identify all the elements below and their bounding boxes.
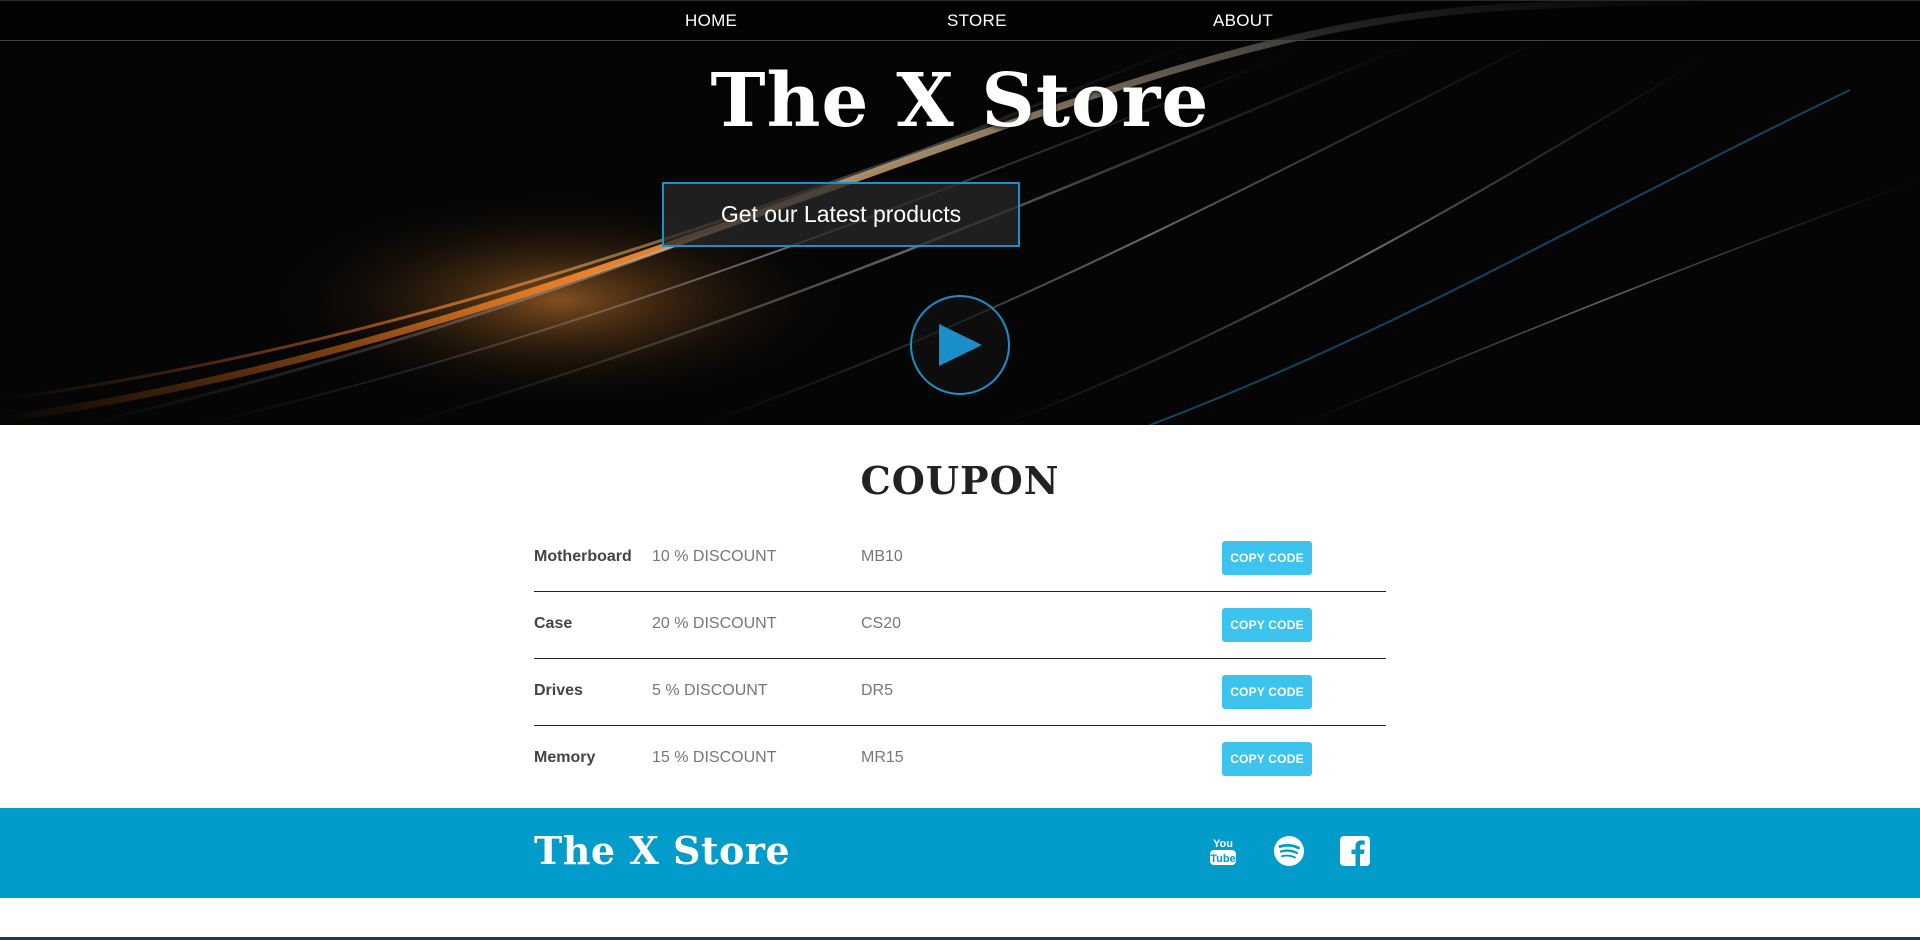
nav-home-link[interactable]: HOME xyxy=(685,11,737,31)
play-video-button[interactable] xyxy=(910,295,1010,395)
coupon-discount: 10 % DISCOUNT xyxy=(652,548,777,565)
coupon-discount: 15 % DISCOUNT xyxy=(652,749,777,766)
copy-code-button[interactable]: COPY CODE xyxy=(1222,675,1312,709)
coupon-discount: 20 % DISCOUNT xyxy=(652,615,777,632)
footer: The X Store You Tube xyxy=(0,808,1920,898)
svg-text:You: You xyxy=(1213,838,1233,850)
coupon-product: Motherboard xyxy=(534,548,632,565)
coupon-code: MR15 xyxy=(861,749,904,766)
coupon-heading: COUPON xyxy=(860,458,1060,503)
top-navigation: HOME STORE ABOUT xyxy=(0,0,1920,41)
youtube-icon[interactable]: You Tube xyxy=(1207,835,1239,867)
footer-logo[interactable]: The X Store xyxy=(534,828,790,873)
copy-code-button[interactable]: COPY CODE xyxy=(1222,608,1312,642)
copy-code-button[interactable]: COPY CODE xyxy=(1222,742,1312,776)
coupon-row: Case 20 % DISCOUNT CS20 COPY CODE xyxy=(534,592,1386,659)
coupon-code: CS20 xyxy=(861,615,902,632)
coupon-code: DR5 xyxy=(861,682,894,699)
coupon-row: Motherboard 10 % DISCOUNT MB10 COPY CODE xyxy=(534,525,1386,592)
site-title: The X Store xyxy=(710,58,1210,144)
coupon-product: Memory xyxy=(534,749,596,766)
coupon-product: Case xyxy=(534,615,573,632)
latest-products-button[interactable]: Get our Latest products xyxy=(662,182,1020,247)
play-icon xyxy=(939,324,982,366)
facebook-icon[interactable] xyxy=(1339,835,1371,867)
svg-text:Tube: Tube xyxy=(1210,853,1235,865)
coupon-table: Motherboard 10 % DISCOUNT MB10 COPY CODE… xyxy=(534,525,1386,793)
nav-about-link[interactable]: ABOUT xyxy=(1213,11,1273,31)
coupon-row: Memory 15 % DISCOUNT MR15 COPY CODE xyxy=(534,726,1386,793)
coupon-row: Drives 5 % DISCOUNT DR5 COPY CODE xyxy=(534,659,1386,726)
hero-banner: HOME STORE ABOUT The X Store Get our Lat… xyxy=(0,0,1920,425)
coupon-discount: 5 % DISCOUNT xyxy=(652,682,768,699)
copy-code-button[interactable]: COPY CODE xyxy=(1222,541,1312,575)
spotify-icon[interactable] xyxy=(1273,835,1305,867)
nav-store-link[interactable]: STORE xyxy=(947,11,1007,31)
coupon-product: Drives xyxy=(534,682,583,699)
coupon-code: MB10 xyxy=(861,548,903,565)
